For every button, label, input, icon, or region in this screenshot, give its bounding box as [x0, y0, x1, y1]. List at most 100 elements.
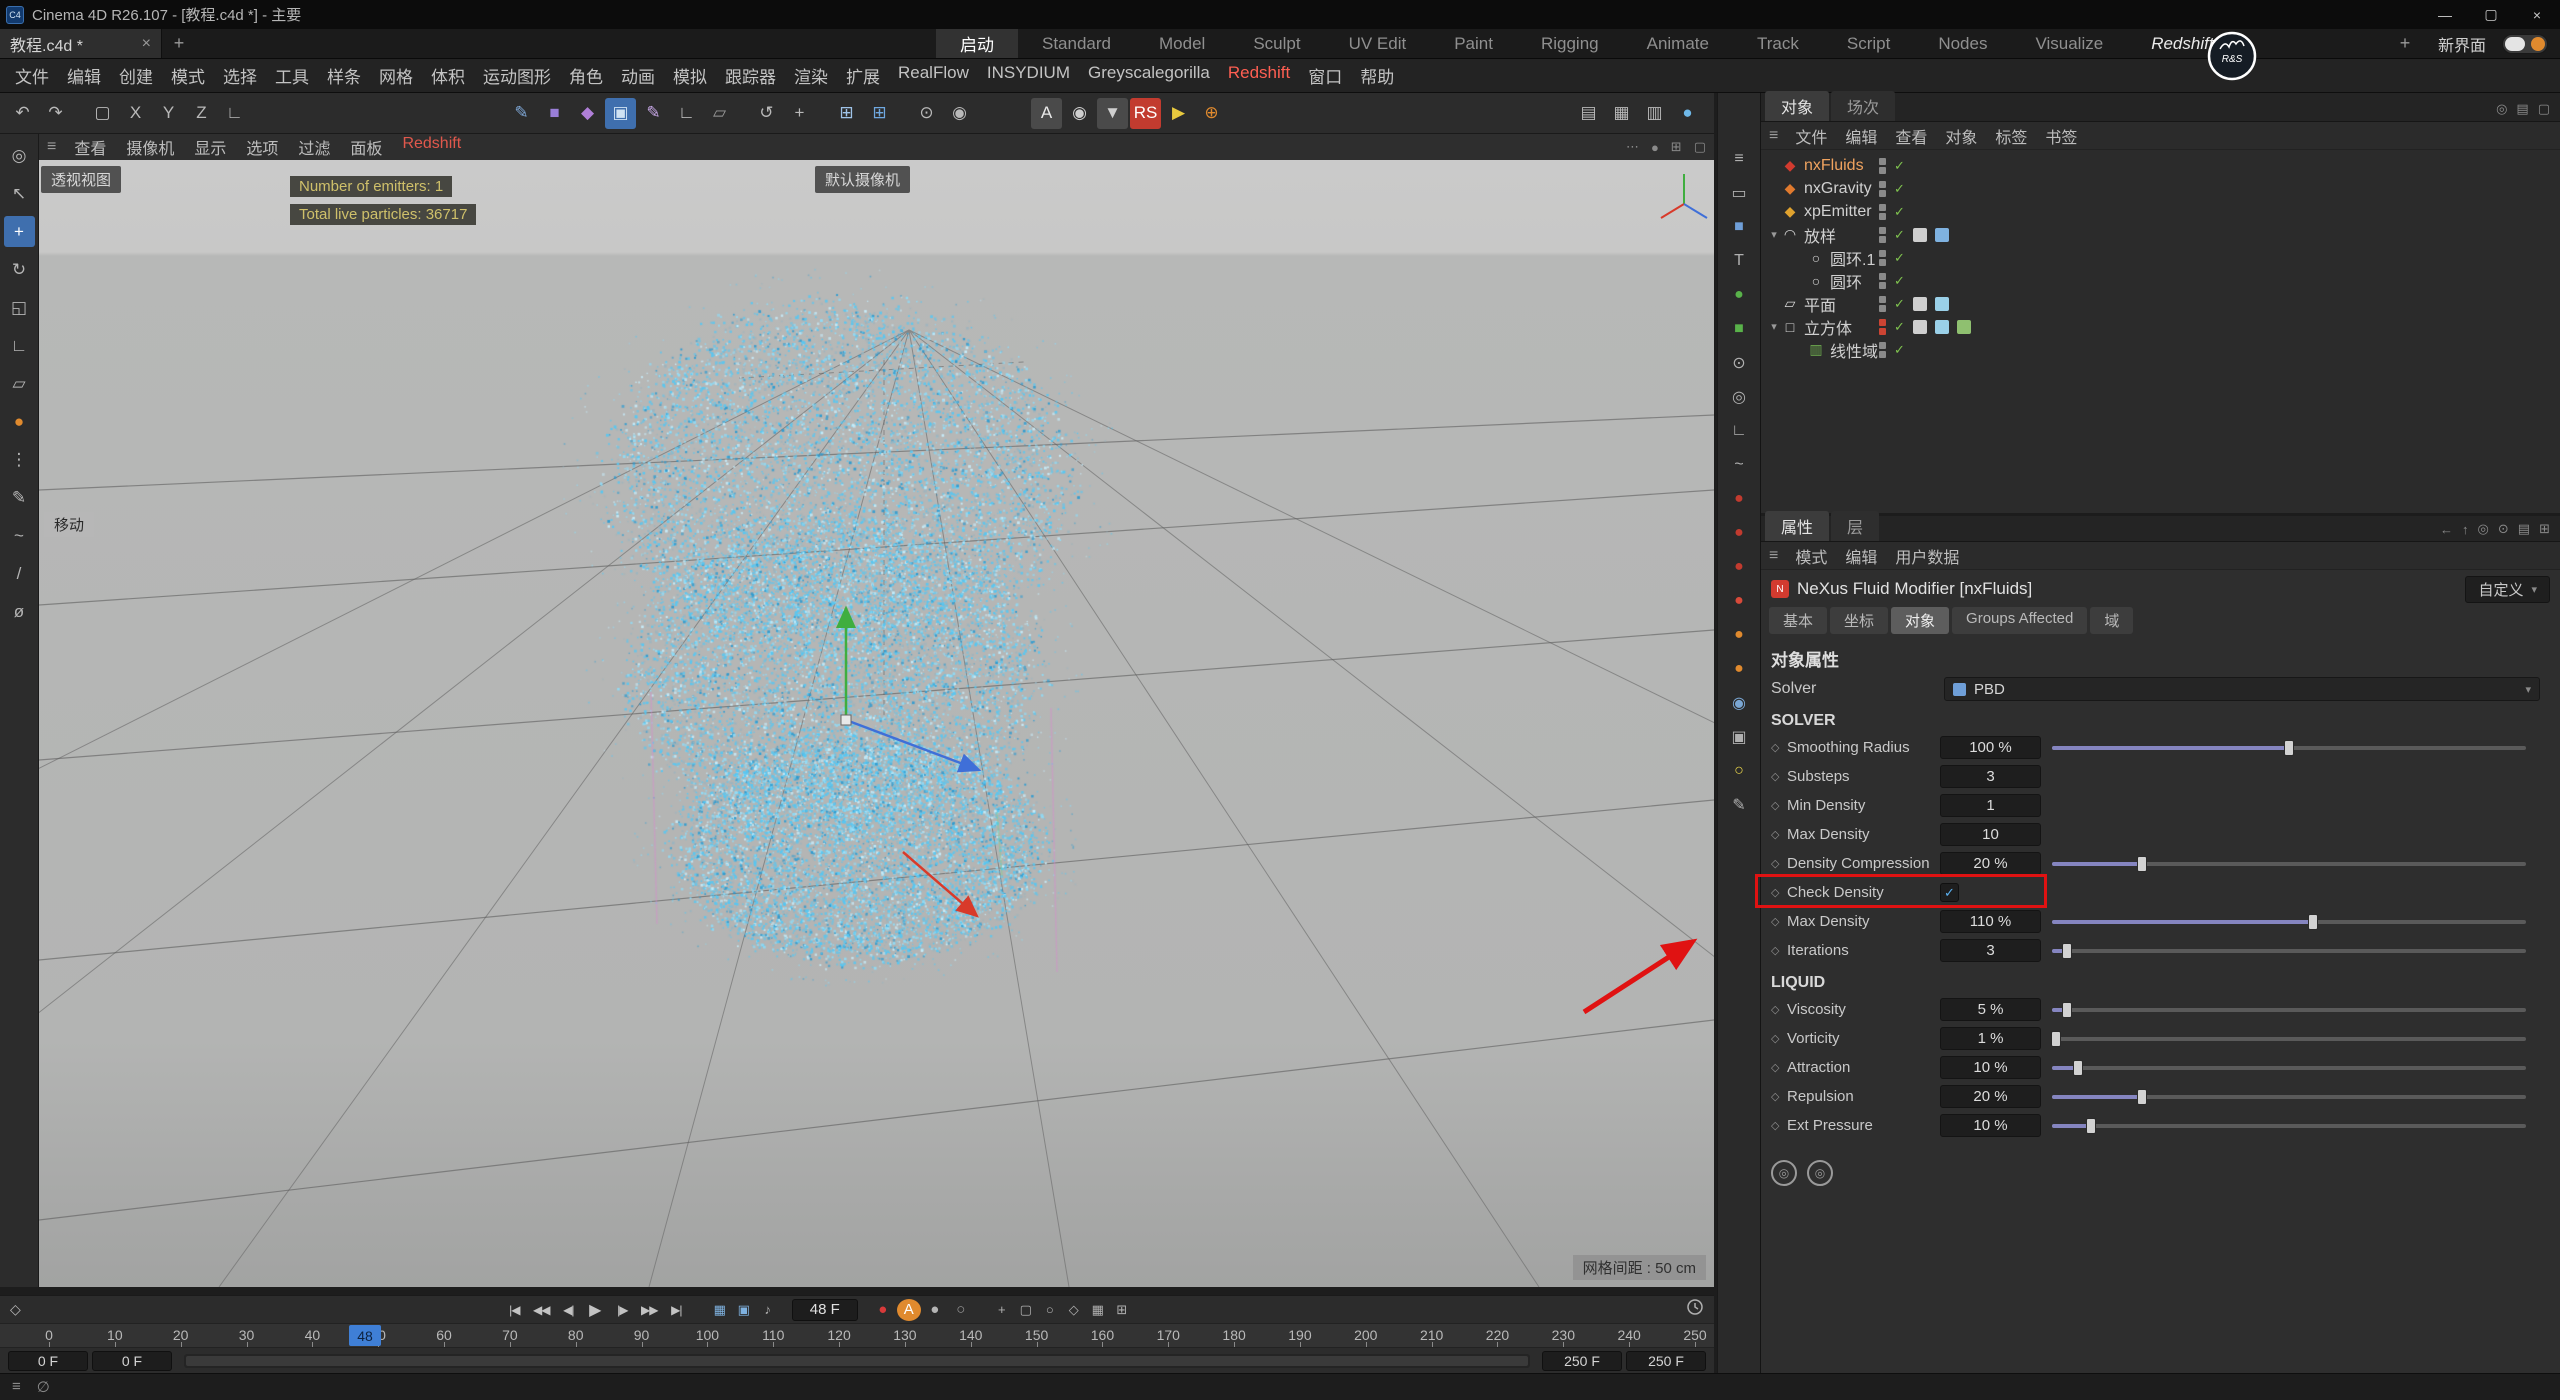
workplane-icon[interactable]: ▱	[704, 98, 735, 129]
document-tab-close-icon[interactable]: ×	[142, 35, 151, 53]
menu-item-INSYDIUM[interactable]: INSYDIUM	[978, 63, 1079, 88]
layout-tab-Standard[interactable]: Standard	[1018, 29, 1135, 58]
param-slider[interactable]	[2052, 1066, 2526, 1070]
param-slider[interactable]	[2052, 920, 2526, 924]
pen-tool-icon[interactable]: ✎	[4, 482, 35, 513]
minimize-button[interactable]: —	[2422, 0, 2468, 29]
maximize-button[interactable]: ▢	[2468, 0, 2514, 29]
tag-icon-2[interactable]	[1935, 320, 1949, 334]
om-menu-查看[interactable]: 查看	[1886, 124, 1936, 148]
redshift-render-icon[interactable]: RS	[1130, 98, 1161, 129]
param-key-icon[interactable]: ◇	[1771, 857, 1787, 870]
cube-primitive-icon[interactable]: ■	[1724, 213, 1754, 241]
layout-tab-Animate[interactable]: Animate	[1623, 29, 1733, 58]
attr-tab-层[interactable]: 层	[1831, 511, 1879, 541]
tag-icon-3[interactable]	[1957, 320, 1971, 334]
enabled-check-icon[interactable]: ✓	[1894, 181, 1905, 197]
editor-visibility-dot[interactable]	[1879, 319, 1886, 326]
viewport-menu-选项[interactable]: 选项	[236, 135, 288, 159]
menu-item-网格[interactable]: 网格	[370, 63, 422, 88]
axis-modify-icon[interactable]: +	[784, 98, 815, 129]
next-key-button[interactable]: ▶▶	[636, 1299, 663, 1321]
layout-tab-Script[interactable]: Script	[1823, 29, 1914, 58]
render-visibility-dot[interactable]	[1879, 213, 1886, 220]
keyframe-diamond-icon[interactable]: ◇	[10, 1301, 21, 1318]
enabled-check-icon[interactable]: ✓	[1894, 319, 1905, 335]
knife-tool-icon[interactable]: /	[4, 558, 35, 589]
globe-icon[interactable]: ◉	[1724, 689, 1754, 717]
viewport-menu-面板[interactable]: 面板	[340, 135, 392, 159]
current-frame-marker[interactable]: 48	[349, 1325, 381, 1346]
menu-item-窗口[interactable]: 窗口	[1299, 63, 1351, 88]
corner-icon[interactable]: ∟	[1724, 417, 1754, 445]
parameter-key-icon[interactable]: ◇	[1062, 1299, 1086, 1321]
pen-tool-icon[interactable]: ✎	[638, 98, 669, 129]
attr-menu-用户数据[interactable]: 用户数据	[1886, 544, 1968, 568]
param-value-field[interactable]: 3	[1940, 939, 2041, 962]
editor-visibility-dot[interactable]	[1879, 227, 1886, 234]
param-slider[interactable]	[2052, 746, 2526, 750]
attr-burger-icon[interactable]: ≡	[1769, 547, 1778, 565]
viewport-menu-过滤[interactable]: 过滤	[288, 135, 340, 159]
slider-handle[interactable]	[2308, 914, 2318, 930]
viewport-menu-显示[interactable]: 显示	[184, 135, 236, 159]
attr-category-tab-Groups Affected[interactable]: Groups Affected	[1952, 607, 2087, 634]
reset-psr-icon[interactable]: ↺	[751, 98, 782, 129]
rotate-tool-icon[interactable]: ↻	[4, 254, 35, 285]
rs-material-icon-2[interactable]: ●	[1724, 519, 1754, 547]
vp-grid-toggle-icon[interactable]: ⊞	[1671, 139, 1682, 155]
param-key-icon[interactable]: ◇	[1771, 886, 1787, 899]
viewport-menu-Redshift[interactable]: Redshift	[392, 135, 471, 159]
viewport-menu-查看[interactable]: 查看	[64, 135, 116, 159]
range-end-field-1[interactable]: 250 F	[1542, 1351, 1622, 1371]
liquid-tool-icon[interactable]: ●	[1672, 98, 1703, 129]
param-value-field[interactable]: 100 %	[1940, 736, 2041, 759]
param-value-field[interactable]: 110 %	[1940, 910, 2041, 933]
menu-item-帮助[interactable]: 帮助	[1351, 63, 1403, 88]
object-item-线性域[interactable]: ▥线性域✓	[1761, 338, 2560, 361]
visibility-dots[interactable]	[1879, 273, 1886, 289]
visibility-dots[interactable]	[1879, 342, 1886, 358]
camera-icon[interactable]: ▣	[1724, 723, 1754, 751]
visibility-dots[interactable]	[1879, 296, 1886, 312]
xparticles-icon-2[interactable]: ●	[1724, 655, 1754, 683]
layout-tab-Track[interactable]: Track	[1733, 29, 1823, 58]
layout-monitor-icon-1[interactable]: ▤	[1573, 98, 1604, 129]
tag-icon-1[interactable]	[1913, 320, 1927, 334]
attr-category-tab-域[interactable]: 域	[2090, 607, 2133, 634]
play-button[interactable]: ▶	[582, 1299, 609, 1321]
param-value-field[interactable]: 20 %	[1940, 852, 2041, 875]
preview-range-bar[interactable]	[186, 1356, 1528, 1366]
slider-handle[interactable]	[2062, 1002, 2072, 1018]
attr-back-icon[interactable]: ←	[2440, 522, 2453, 537]
layout-tab-Rigging[interactable]: Rigging	[1517, 29, 1623, 58]
play-preview-icon[interactable]: ▶	[1163, 98, 1194, 129]
primitive-cube-icon[interactable]: ■	[539, 98, 570, 129]
param-slider[interactable]	[2052, 949, 2526, 953]
render-visibility-dot[interactable]	[1879, 351, 1886, 358]
slider-handle[interactable]	[2086, 1118, 2096, 1134]
attr-category-tab-对象[interactable]: 对象	[1891, 607, 1949, 634]
object-item-圆环.1[interactable]: ○圆环.1✓	[1761, 246, 2560, 269]
menu-item-样条[interactable]: 样条	[318, 63, 370, 88]
param-key-icon[interactable]: ◇	[1771, 915, 1787, 928]
range-start-field-1[interactable]: 0 F	[8, 1351, 88, 1371]
menu-item-运动图形[interactable]: 运动图形	[474, 63, 560, 88]
close-button[interactable]: ×	[2514, 0, 2560, 29]
visibility-dots[interactable]	[1879, 158, 1886, 174]
param-checkbox[interactable]: ✓	[1940, 883, 1959, 902]
render-view-icon[interactable]: A	[1031, 98, 1062, 129]
redshift-logo[interactable]: R&S	[2205, 29, 2259, 83]
plane-primitive-icon[interactable]: ▭	[1724, 179, 1754, 207]
quantize-icon[interactable]: ⊞	[864, 98, 895, 129]
add-layout-button[interactable]: +	[2388, 33, 2422, 54]
render-visibility-dot[interactable]	[1879, 282, 1886, 289]
move-tool-icon[interactable]: +	[4, 216, 35, 247]
frame-ruler[interactable]: 0102030405060708090100110120130140150160…	[0, 1323, 1714, 1347]
param-key-icon[interactable]: ◇	[1771, 828, 1787, 841]
param-slider[interactable]	[2052, 1008, 2526, 1012]
visibility-dots[interactable]	[1879, 250, 1886, 266]
menu-item-RealFlow[interactable]: RealFlow	[889, 63, 978, 88]
layout-tab-Nodes[interactable]: Nodes	[1914, 29, 2011, 58]
enabled-check-icon[interactable]: ✓	[1894, 250, 1905, 266]
